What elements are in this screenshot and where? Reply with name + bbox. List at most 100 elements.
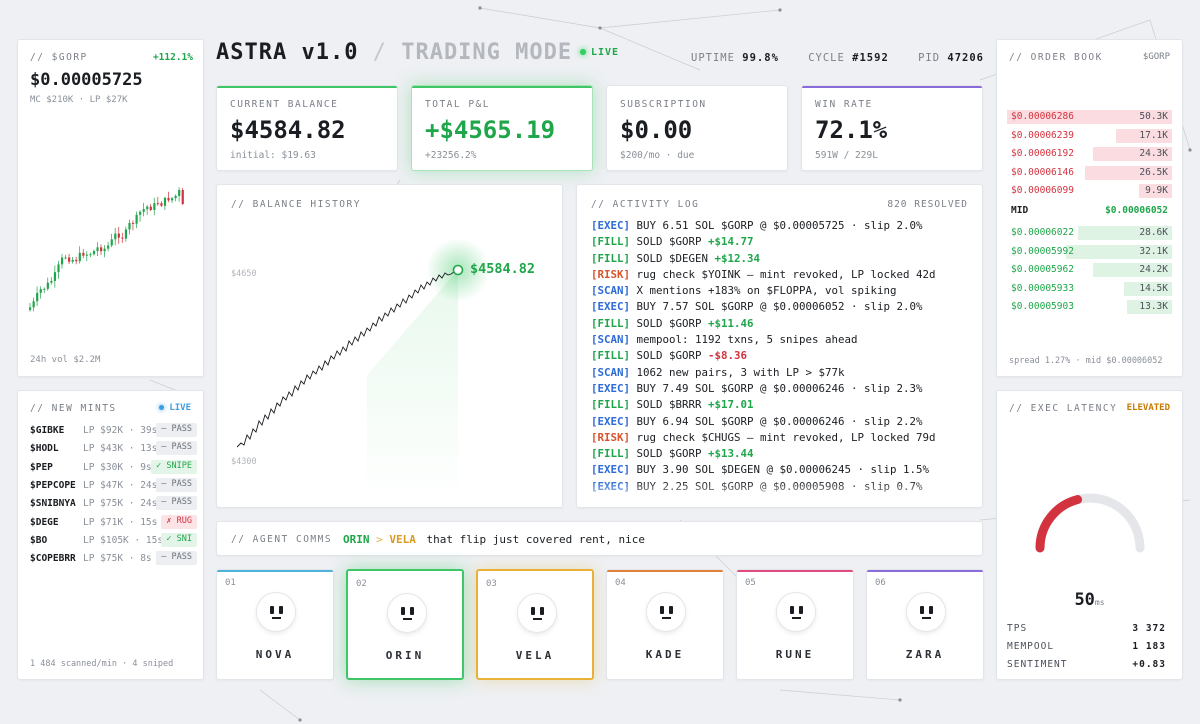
log-tag: [SCAN]	[591, 333, 631, 347]
brand-name: ASTRA v1.0	[216, 40, 359, 65]
mint-row[interactable]: $BO LP $105K · 15s ✓ SNI	[28, 532, 197, 550]
mint-row[interactable]: $DEGE LP $71K · 15s ✗ RUG	[28, 514, 197, 532]
agent-number: 02	[356, 579, 367, 589]
agent-mouth	[922, 617, 931, 619]
candle-body	[167, 197, 170, 201]
agent-accent-bar	[217, 570, 333, 572]
order-price: $0.00006146	[1011, 166, 1074, 178]
agent-eye	[531, 607, 535, 615]
bid-row[interactable]: $0.00005962 24.2K	[1007, 263, 1172, 277]
candle-body	[160, 203, 163, 206]
bid-row[interactable]: $0.00005992 32.1K	[1007, 244, 1172, 259]
agent-eye	[401, 607, 405, 615]
mints-live-dot-icon	[159, 405, 165, 410]
log-text: SOLD $GORP	[630, 447, 709, 461]
metric-win-rate: WIN RATE 72.1% 591W / 229L	[801, 85, 983, 171]
candle-body	[53, 272, 57, 281]
mint-row[interactable]: $HODL LP $43K · 13s — PASS	[28, 441, 197, 458]
metric-value: +$4565.19	[425, 116, 556, 144]
log-tag: [FILL]	[591, 251, 631, 265]
candle-body	[128, 222, 131, 230]
log-text: SOLD $BRRR	[630, 398, 709, 412]
ask-row[interactable]: $0.00006099 9.9K	[1007, 184, 1172, 198]
agent-card-orin[interactable]: 02 ORIN	[346, 569, 464, 680]
agent-card-kade[interactable]: 04 KADE	[606, 569, 724, 680]
mint-lp: LP $105K · 15s	[83, 534, 164, 546]
agent-number: 05	[745, 578, 756, 588]
mint-verdict-badge: ✓ SNIPE	[151, 459, 197, 474]
agent-name: RUNE	[775, 648, 815, 661]
candle-body	[107, 245, 110, 249]
mint-row[interactable]: $PEPCOPE LP $47K · 24s — PASS	[28, 477, 197, 495]
sentiment-row: SENTIMENT +0.83	[1007, 659, 1166, 670]
log-tag: [EXEC]	[591, 463, 631, 477]
candle-body	[46, 282, 49, 289]
order-book-panel: // ORDER BOOK $GORP MID $0.00006052 spre…	[996, 39, 1183, 377]
agent-card-vela[interactable]: 03 VELA	[476, 569, 594, 680]
order-size: 50.3K	[1139, 111, 1168, 122]
ask-row[interactable]: $0.00006192 24.3K	[1007, 147, 1172, 161]
log-text: BUY 6.51 SOL $GORP @ $0.00005725 · slip …	[630, 219, 923, 232]
candle-body	[124, 229, 128, 239]
ask-row[interactable]: $0.00006239 17.1K	[1007, 128, 1172, 143]
order-size: 17.1K	[1139, 129, 1168, 141]
candle-body	[153, 203, 156, 211]
mints-title: // NEW MINTS	[30, 403, 117, 414]
bid-row[interactable]: $0.00005933 14.5K	[1007, 281, 1172, 296]
agent-eye	[799, 606, 803, 614]
order-size: 24.2K	[1139, 264, 1168, 275]
agent-name: ZARA	[905, 648, 945, 661]
balance-history-panel: // BALANCE HISTORY $4650 $4300 $4584.82	[216, 184, 563, 508]
log-pnl: +$14.77	[708, 235, 754, 249]
log-row: [FILL] SOLD $BRRR +$17.01	[591, 397, 972, 413]
log-tag: [FILL]	[591, 447, 631, 461]
agent-mouth	[403, 618, 412, 620]
mint-row[interactable]: $PEP LP $30K · 9s ✓ SNIPE	[28, 459, 197, 477]
agent-card-nova[interactable]: 01 NOVA	[216, 569, 334, 680]
agent-card-rune[interactable]: 05 RUNE	[736, 569, 854, 680]
candle-body	[50, 280, 53, 283]
agent-eye	[660, 606, 664, 614]
tps-row: TPS 3 372	[1007, 623, 1166, 634]
metric-subscription: SUBSCRIPTION $0.00 $200/mo · due	[606, 85, 788, 171]
metric-accent-bar	[217, 86, 397, 88]
log-row: [EXEC] BUY 7.57 SOL $GORP @ $0.00006052 …	[591, 299, 972, 315]
agent-eye	[540, 607, 544, 615]
mint-row[interactable]: $GIBKE LP $92K · 39s — PASS	[28, 423, 197, 440]
agent-mouth	[533, 618, 542, 620]
mint-symbol: $SNIBNYA	[30, 498, 76, 510]
mints-live: LIVE	[159, 403, 191, 413]
order-size: 26.5K	[1139, 166, 1168, 178]
metric-accent-bar	[412, 86, 592, 88]
order-size: 9.9K	[1145, 185, 1168, 196]
mint-row[interactable]: $SNIBNYA LP $75K · 24s — PASS	[28, 496, 197, 513]
ask-row[interactable]: $0.00006286 50.3K	[1007, 110, 1172, 124]
mint-symbol: $COPEBRR	[30, 553, 76, 565]
candlestick-chart	[29, 187, 184, 312]
agent-accent-bar	[607, 570, 723, 572]
ask-row[interactable]: $0.00006146 26.5K	[1007, 165, 1172, 180]
candle-body	[89, 254, 92, 256]
mint-row[interactable]: $COPEBRR LP $75K · 8s — PASS	[28, 551, 197, 568]
bid-row[interactable]: $0.00006022 28.6K	[1007, 226, 1172, 240]
mint-verdict-badge: ✓ SNI	[161, 532, 197, 547]
agent-mouth	[792, 617, 801, 619]
agent-card-zara[interactable]: 06 ZARA	[866, 569, 984, 680]
order-book-symbol: $GORP	[1142, 52, 1170, 62]
activity-resolved-count: 820 RESOLVED	[887, 199, 968, 210]
bid-row[interactable]: $0.00005903 13.3K	[1007, 300, 1172, 314]
candle-body	[139, 211, 142, 215]
agent-comms-panel: // AGENT COMMS ORIN > VELA that flip jus…	[216, 521, 983, 556]
activity-title: // ACTIVITY LOG	[591, 199, 700, 210]
agent-mouth	[662, 617, 671, 619]
log-tag: [RISK]	[591, 267, 631, 281]
log-text: SOLD $GORP	[630, 316, 709, 330]
cycle-stat: CYCLE #1592	[808, 52, 889, 64]
order-price: $0.00006286	[1011, 111, 1074, 122]
log-text: BUY 6.94 SOL $GORP @ $0.00006246 · slip …	[630, 414, 923, 428]
agent-number: 01	[225, 578, 236, 588]
activity-log-list[interactable]: [EXEC] BUY 6.51 SOL $GORP @ $0.00005725 …	[591, 218, 972, 495]
mint-lp: LP $43K · 13s	[83, 443, 158, 455]
metric-label: TOTAL P&L	[425, 99, 490, 110]
log-pnl: -$8.36	[708, 349, 748, 363]
